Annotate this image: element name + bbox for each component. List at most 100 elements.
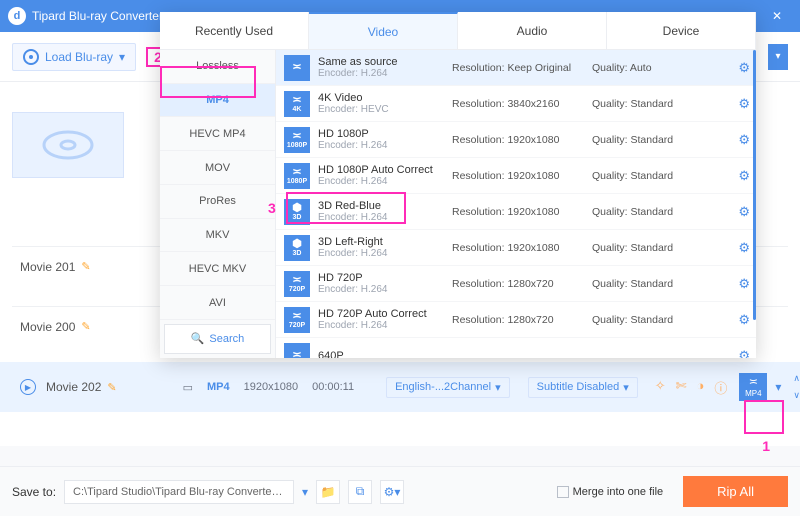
close-button[interactable]: ✕: [762, 9, 792, 23]
tab-recently-used[interactable]: Recently Used: [160, 12, 309, 49]
format-quality: Quality: Standard: [592, 98, 688, 110]
caret-icon[interactable]: ▾: [775, 380, 781, 394]
format-name: HD 1080P Auto Correct: [318, 164, 452, 176]
move-up-icon[interactable]: ∧: [793, 373, 800, 384]
sidebar-item-avi[interactable]: AVI: [160, 286, 275, 320]
format-row[interactable]: ≍1080P HD 1080PEncoder: H.264Resolution: …: [276, 122, 756, 158]
caret-icon: ▾: [495, 381, 501, 394]
resolution-label: 1920x1080: [244, 381, 298, 393]
format-encoder: Encoder: H.264: [318, 248, 452, 259]
annotation-3-box: [286, 192, 406, 224]
edit-icon[interactable]: ✎: [81, 260, 90, 273]
format-row[interactable]: ≍720PHD 720PEncoder: H.264Resolution: 12…: [276, 266, 756, 302]
format-row[interactable]: ≍1080PHD 1080P Auto CorrectEncoder: H.26…: [276, 158, 756, 194]
disc-icon: [23, 49, 39, 65]
format-resolution: Resolution: 1920x1080: [452, 206, 592, 218]
format-resolution: Resolution: 1920x1080: [452, 134, 592, 146]
load-bluray-button[interactable]: Load Blu-ray ▾: [12, 43, 136, 71]
sidebar-item-mov[interactable]: MOV: [160, 151, 275, 185]
gear-icon[interactable]: ⚙: [738, 348, 750, 359]
scrollbar[interactable]: [753, 50, 756, 320]
load-label: Load Blu-ray: [45, 50, 113, 64]
format-row[interactable]: ≍4K4K VideoEncoder: HEVCResolution: 3840…: [276, 86, 756, 122]
format-search[interactable]: 🔍 Search: [164, 324, 271, 354]
format-name: HD 720P: [318, 272, 452, 284]
format-row[interactable]: ≍640P⚙: [276, 338, 756, 358]
format-icon: ≍1080P: [284, 163, 310, 189]
format-row[interactable]: ≍720PHD 720P Auto CorrectEncoder: H.264R…: [276, 302, 756, 338]
settings-button[interactable]: ⚙▾: [380, 480, 404, 504]
caret-icon[interactable]: ▾: [302, 485, 308, 499]
rip-all-button[interactable]: Rip All: [683, 476, 788, 507]
gear-icon[interactable]: ⚙: [738, 168, 750, 184]
format-quality: Quality: Standard: [592, 242, 688, 254]
enhance-icon[interactable]: ✧: [655, 378, 666, 397]
format-name: HD 1080P: [318, 128, 452, 140]
format-resolution: Resolution: 1280x720: [452, 314, 592, 326]
bluray-thumbnail[interactable]: [12, 112, 124, 178]
format-resolution: Resolution: 1920x1080: [452, 170, 592, 182]
format-icon: ≍: [284, 55, 310, 81]
sidebar-item-hevc-mp4[interactable]: HEVC MP4: [160, 117, 275, 151]
gear-icon[interactable]: ⚙: [738, 240, 750, 256]
format-resolution: Resolution: 1280x720: [452, 278, 592, 290]
format-row[interactable]: ≍Same as sourceEncoder: H.264Resolution:…: [276, 50, 756, 86]
track-tools: ✧ ✄ ◑ ⓘ: [655, 378, 728, 397]
format-icon: ≍1080P: [284, 127, 310, 153]
subtitle-value: Subtitle Disabled: [537, 381, 620, 393]
format-popup: Recently Used Video Audio Device Lossles…: [160, 12, 756, 358]
format-name: 4K Video: [318, 92, 452, 104]
gear-icon[interactable]: ⚙: [738, 276, 750, 292]
subtitle-select[interactable]: Subtitle Disabled▾: [528, 377, 638, 398]
duration-label: 00:00:11: [312, 381, 354, 393]
movie-title: Movie 201: [20, 260, 75, 274]
format-encoder: Encoder: H.264: [318, 320, 452, 331]
edit-icon[interactable]: ✎: [81, 320, 90, 333]
format-quality: Quality: Standard: [592, 278, 688, 290]
gear-icon[interactable]: ⚙: [738, 204, 750, 220]
browse-button[interactable]: ⧉: [348, 480, 372, 504]
sidebar-item-mkv[interactable]: MKV: [160, 219, 275, 253]
popup-tabs: Recently Used Video Audio Device: [160, 12, 756, 50]
audio-value: English-...2Channel: [395, 381, 491, 393]
format-encoder: Encoder: HEVC: [318, 104, 452, 115]
play-icon[interactable]: ▶: [20, 379, 36, 395]
audio-select[interactable]: English-...2Channel ▾: [386, 377, 510, 398]
reorder-controls: ∧ ∨: [793, 373, 800, 401]
format-quality: Quality: Standard: [592, 170, 688, 182]
format-encoder: Encoder: H.264: [318, 284, 452, 295]
movie-title: Movie 200: [20, 320, 75, 334]
palette-icon[interactable]: ◑: [697, 378, 705, 397]
format-label: MP4: [207, 381, 230, 393]
format-name: 640P: [318, 350, 452, 359]
format-name: 3D Left-Right: [318, 236, 452, 248]
tab-device[interactable]: Device: [607, 12, 756, 49]
trim-icon[interactable]: ✄: [676, 378, 687, 397]
move-down-icon[interactable]: ∨: [793, 390, 800, 401]
toolbar-dropdown-button[interactable]: ▾: [768, 44, 788, 70]
open-folder-button[interactable]: 📁: [316, 480, 340, 504]
format-quality: Quality: Standard: [592, 314, 688, 326]
format-name: Same as source: [318, 56, 452, 68]
output-format-button[interactable]: ≍ MP4: [739, 373, 767, 401]
tab-video[interactable]: Video: [309, 12, 458, 49]
save-path-field[interactable]: C:\Tipard Studio\Tipard Blu-ray Converte…: [64, 480, 294, 504]
gear-icon[interactable]: ⚙: [738, 132, 750, 148]
format-name: HD 720P Auto Correct: [318, 308, 452, 320]
format-encoder: Encoder: H.264: [318, 140, 452, 151]
gear-icon[interactable]: ⚙: [738, 60, 750, 76]
save-to-label: Save to:: [12, 485, 56, 499]
gear-icon[interactable]: ⚙: [738, 312, 750, 328]
format-quality: Quality: Standard: [592, 134, 688, 146]
format-row[interactable]: ⬢3D3D Left-RightEncoder: H.264Resolution…: [276, 230, 756, 266]
gear-icon[interactable]: ⚙: [738, 96, 750, 112]
tab-audio[interactable]: Audio: [458, 12, 607, 49]
sidebar-item-prores[interactable]: ProRes: [160, 185, 275, 219]
checkbox-icon: [557, 486, 569, 498]
info-icon[interactable]: ⓘ: [714, 378, 727, 397]
annotation-1: 1: [762, 438, 770, 454]
edit-icon[interactable]: ✎: [107, 381, 116, 394]
sidebar-item-hevc-mkv[interactable]: HEVC MKV: [160, 252, 275, 286]
merge-checkbox[interactable]: Merge into one file: [557, 486, 664, 498]
format-icon: ⬢3D: [284, 235, 310, 261]
